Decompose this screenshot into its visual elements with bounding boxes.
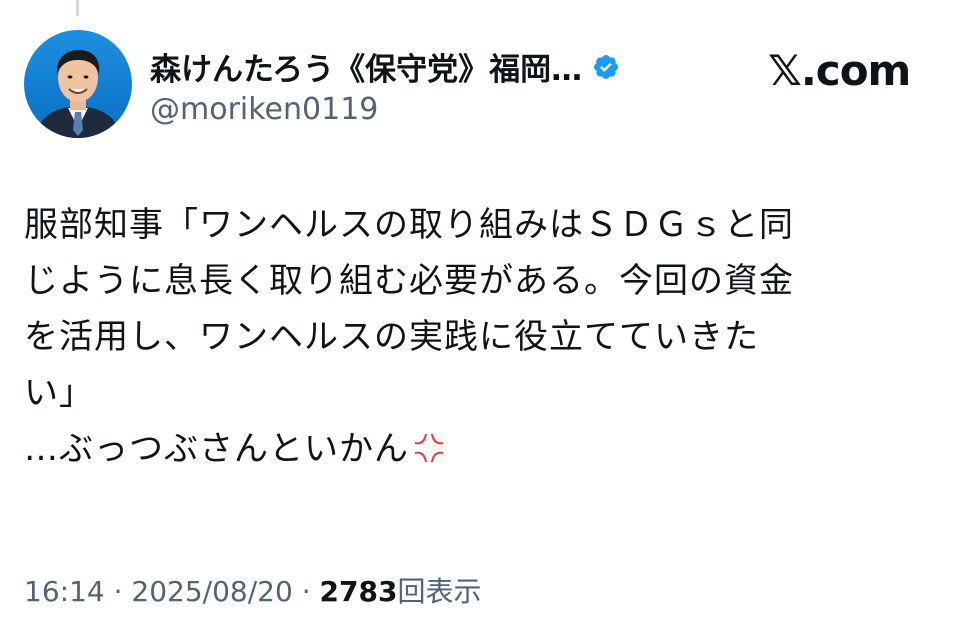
meta-separator: · bbox=[104, 575, 132, 608]
display-name[interactable]: 森けんたろう《保守党》福岡… bbox=[150, 44, 582, 89]
tweet-date[interactable]: 2025/08/20 bbox=[131, 575, 292, 608]
tweet-time[interactable]: 16:14 bbox=[24, 575, 105, 608]
tweet-text: 服部知事「ワンヘルスの取り組みはＳＤＧｓと同 じように息長く取り組む必要がある。… bbox=[24, 197, 924, 483]
anger-symbol-icon bbox=[411, 427, 447, 483]
verified-badge-icon bbox=[592, 53, 620, 81]
xcom-watermark: 𝕏.com bbox=[768, 46, 911, 95]
thread-connector-line bbox=[76, 0, 79, 16]
profile-photo-icon bbox=[24, 30, 132, 138]
tweet-text-content: 服部知事「ワンヘルスの取り組みはＳＤＧｓと同 じように息長く取り組む必要がある。… bbox=[24, 205, 794, 469]
author-name-row: 森けんたろう《保守党》福岡… bbox=[150, 44, 620, 89]
meta-separator: · bbox=[292, 575, 320, 608]
tweet-metadata: 16:14 · 2025/08/20 · 2783回表示 bbox=[24, 570, 481, 610]
avatar[interactable] bbox=[24, 30, 132, 138]
views-label: 回表示 bbox=[397, 575, 482, 608]
user-handle[interactable]: @moriken0119 bbox=[150, 92, 378, 127]
views-count: 2783 bbox=[319, 575, 398, 608]
